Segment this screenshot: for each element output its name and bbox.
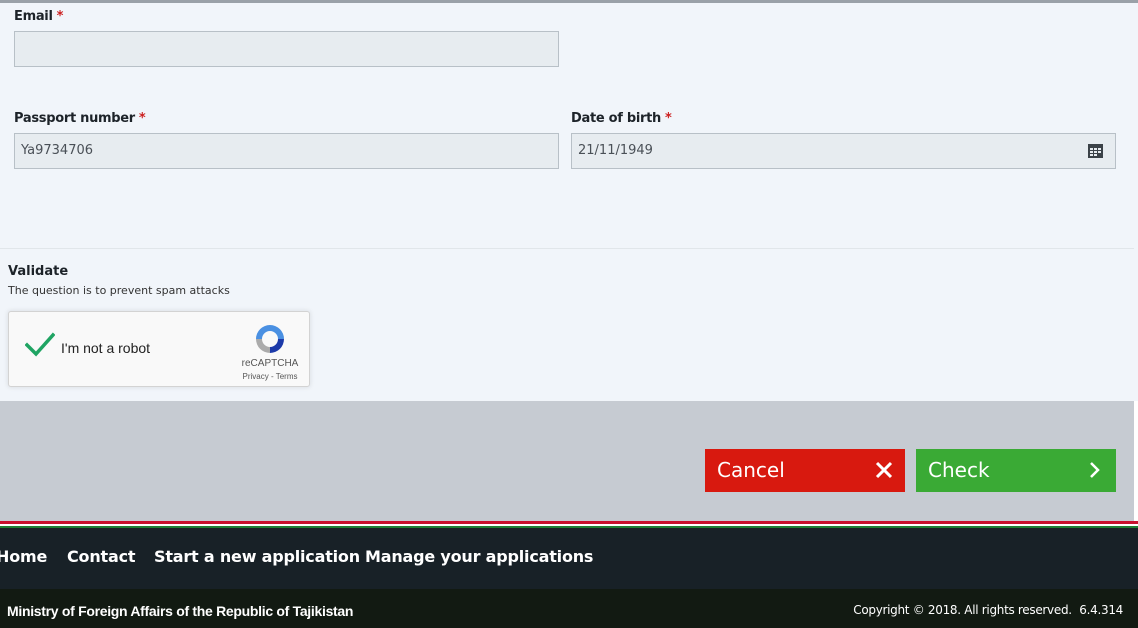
recaptcha-links[interactable]: Privacy - Terms: [235, 372, 305, 381]
footer-nav: Home Contact Start a new application Man…: [0, 528, 1138, 589]
email-field[interactable]: [14, 31, 559, 67]
close-icon: [875, 461, 893, 479]
recaptcha-logo-icon: [256, 325, 284, 353]
checkmark-icon[interactable]: [25, 332, 55, 358]
footer-copyright: Copyright © 2018. All rights reserved. 6…: [853, 603, 1123, 617]
check-button[interactable]: Check: [916, 449, 1116, 492]
calendar-icon[interactable]: [1088, 144, 1103, 158]
validate-title: Validate: [8, 264, 69, 279]
nav-manage-applications[interactable]: Manage your applications: [365, 547, 593, 566]
passport-number-value: Ya9734706: [21, 143, 94, 158]
footer-org-name: Ministry of Foreign Affairs of the Repub…: [7, 603, 354, 619]
recaptcha-widget: I'm not a robot reCAPTCHA Privacy - Term…: [8, 311, 310, 387]
chevron-right-icon: [1090, 462, 1100, 478]
passport-label: Passport number *: [14, 111, 146, 126]
copyright-text: Copyright © 2018. All rights reserved.: [853, 603, 1072, 617]
version-text: 6.4.314: [1079, 603, 1123, 617]
date-of-birth-value: 21/11/1949: [578, 143, 653, 158]
dob-label: Date of birth *: [571, 111, 672, 126]
flag-stripes: [0, 521, 1138, 528]
check-button-label: Check: [928, 458, 990, 482]
date-of-birth-field[interactable]: 21/11/1949: [571, 133, 1116, 169]
passport-number-field[interactable]: Ya9734706: [14, 133, 559, 169]
validate-subtitle: The question is to prevent spam attacks: [8, 284, 230, 297]
recaptcha-brand: reCAPTCHA: [241, 358, 299, 369]
section-divider: [0, 248, 1134, 249]
nav-start-application[interactable]: Start a new application: [154, 547, 360, 566]
cancel-button-label: Cancel: [717, 458, 785, 482]
top-border: [0, 0, 1138, 3]
nav-contact[interactable]: Contact: [67, 547, 136, 566]
cancel-button[interactable]: Cancel: [705, 449, 905, 492]
site-footer: Ministry of Foreign Affairs of the Repub…: [0, 589, 1138, 628]
email-label: Email *: [14, 9, 64, 24]
recaptcha-label[interactable]: I'm not a robot: [61, 340, 150, 356]
nav-home[interactable]: Home: [0, 547, 47, 566]
scrollbar-track[interactable]: [1134, 401, 1138, 521]
